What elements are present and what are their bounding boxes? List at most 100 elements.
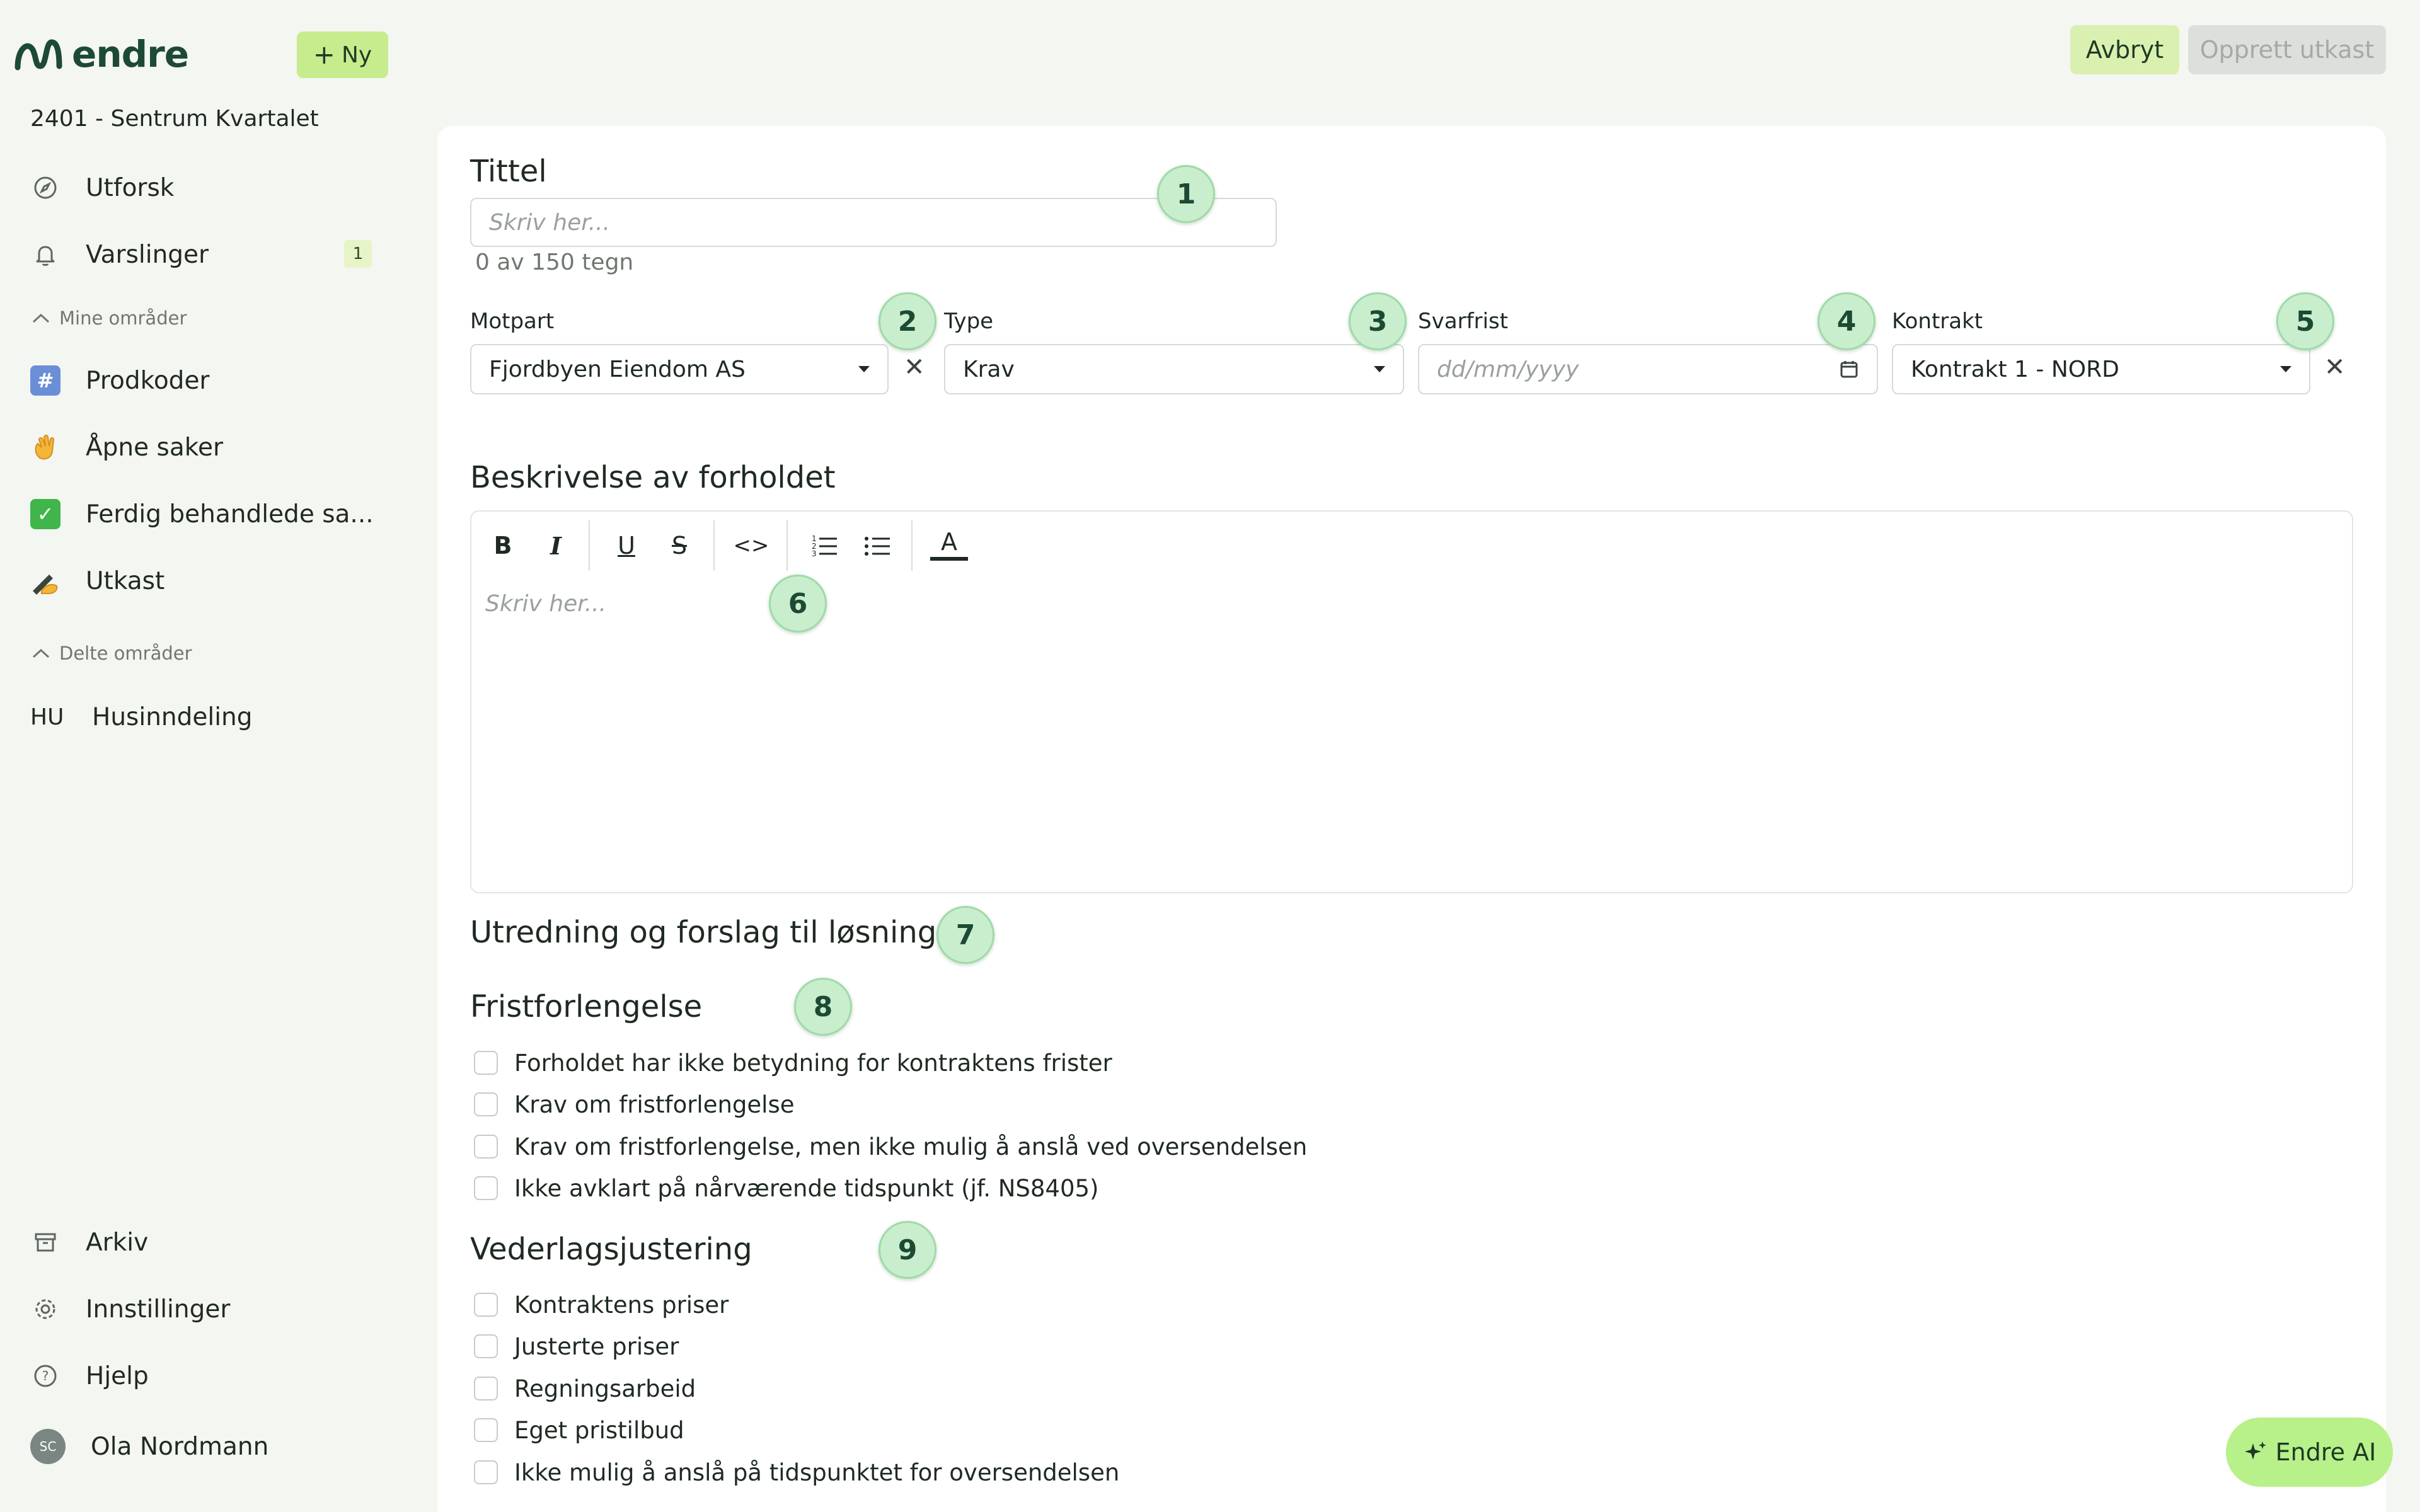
- sidebar-item-label: Arkiv: [86, 1228, 149, 1257]
- new-button[interactable]: + Ny: [297, 32, 388, 78]
- italic-button[interactable]: I: [537, 527, 575, 564]
- shared-areas-header[interactable]: Delte områder: [32, 643, 192, 664]
- logo[interactable]: endre: [14, 33, 189, 76]
- ordered-list-icon: 123: [812, 534, 837, 558]
- endre-ai-label: Endre AI: [2275, 1438, 2377, 1466]
- clear-counterparty-icon[interactable]: ✕: [904, 353, 925, 382]
- sidebar-item-label: Utkast: [86, 566, 165, 595]
- deadline-label: Svarfrist: [1418, 309, 1508, 334]
- chevron-up-icon: [32, 648, 50, 658]
- checkbox[interactable]: [474, 1092, 498, 1116]
- marker-1: 1: [1157, 165, 1215, 223]
- compass-icon: [30, 173, 60, 203]
- checkbox-label: Krav om fristforlengelse, men ikke mulig…: [514, 1133, 1308, 1160]
- marker-9: 9: [879, 1221, 936, 1279]
- user-name: Ola Nordmann: [91, 1432, 269, 1461]
- checkbox[interactable]: [474, 1176, 498, 1200]
- sidebar-item-finished-cases[interactable]: ✓ Ferdig behandlede sa...: [30, 495, 374, 533]
- plus-icon: +: [313, 39, 335, 70]
- investigation-section-toggle[interactable]: Utredning og forslag til løsning: [470, 915, 936, 950]
- area-code: HU: [30, 704, 64, 730]
- gear-icon: [30, 1294, 60, 1324]
- cancel-button[interactable]: Avbryt: [2070, 25, 2179, 74]
- sidebar-item-prodkoder[interactable]: # Prodkoder: [30, 362, 209, 399]
- sidebar-item-label: Innstillinger: [86, 1295, 231, 1324]
- strikethrough-button[interactable]: S: [660, 527, 698, 564]
- type-select[interactable]: Krav: [944, 344, 1404, 394]
- title-input[interactable]: Skriv her...: [470, 198, 1277, 247]
- checkbox[interactable]: [474, 1334, 498, 1358]
- compensation-option-0[interactable]: Kontraktens priser: [474, 1289, 729, 1320]
- bullet-list-icon: [865, 537, 890, 556]
- hash-icon: #: [30, 365, 60, 396]
- extension-option-0[interactable]: Forholdet har ikke betydning for kontrak…: [474, 1047, 1112, 1079]
- checkbox[interactable]: [474, 1051, 498, 1075]
- sparkle-icon: [2244, 1441, 2266, 1460]
- bullet-list-button[interactable]: [858, 527, 896, 564]
- extension-option-3[interactable]: Ikke avklart på nårværende tidspunkt (jf…: [474, 1172, 1098, 1204]
- archive-icon: [30, 1227, 60, 1257]
- marker-7: 7: [936, 906, 994, 964]
- compensation-option-1[interactable]: Justerte priser: [474, 1331, 679, 1362]
- extension-option-2[interactable]: Krav om fristforlengelse, men ikke mulig…: [474, 1131, 1307, 1162]
- marker-5: 5: [2276, 292, 2334, 350]
- sidebar-item-settings[interactable]: Innstillinger: [30, 1290, 230, 1328]
- text-color-button[interactable]: A: [930, 527, 968, 561]
- caret-down-icon: [858, 366, 870, 372]
- compensation-option-2[interactable]: Regningsarbeid: [474, 1373, 696, 1404]
- notification-count-badge: 1: [344, 240, 372, 268]
- checkbox[interactable]: [474, 1135, 498, 1159]
- marker-4: 4: [1818, 292, 1876, 350]
- marker-8: 8: [794, 978, 852, 1036]
- extension-option-1[interactable]: Krav om fristforlengelse: [474, 1089, 795, 1120]
- my-areas-header[interactable]: Mine områder: [32, 307, 187, 329]
- checkbox[interactable]: [474, 1418, 498, 1442]
- checkbox-label: Eget pristilbud: [514, 1416, 684, 1444]
- deadline-date-input[interactable]: dd/mm/yyyy: [1418, 344, 1878, 394]
- checkbox-label: Ikke avklart på nårværende tidspunkt (jf…: [514, 1174, 1099, 1202]
- type-value: Krav: [963, 356, 1015, 382]
- sidebar-item-label: Ferdig behandlede sa...: [86, 500, 374, 529]
- checkbox-label: Kontraktens priser: [514, 1291, 729, 1319]
- sidebar-item-label: Varslinger: [86, 240, 209, 269]
- extension-title: Fristforlengelse: [470, 989, 703, 1024]
- sidebar-item-label: Husinndeling: [92, 702, 253, 731]
- chevron-up-icon: [32, 313, 50, 323]
- sidebar-item-husinndeling[interactable]: HU Husinndeling: [30, 698, 253, 736]
- contract-select[interactable]: Kontrakt 1 - NORD: [1892, 344, 2310, 394]
- toolbar-divider: [589, 520, 590, 571]
- sidebar-item-explore[interactable]: Utforsk: [30, 169, 174, 207]
- marker-3: 3: [1349, 292, 1407, 350]
- sidebar-item-open-cases[interactable]: Åpne saker: [30, 428, 223, 466]
- create-draft-button[interactable]: Opprett utkast: [2188, 25, 2386, 74]
- contract-label: Kontrakt: [1892, 309, 1983, 334]
- my-areas-label: Mine områder: [59, 307, 187, 329]
- svg-text:?: ?: [42, 1368, 49, 1383]
- checkbox[interactable]: [474, 1293, 498, 1317]
- counterparty-select[interactable]: Fjordbyen Eiendom AS: [470, 344, 889, 394]
- caret-down-icon: [1374, 366, 1385, 372]
- project-name[interactable]: 2401 - Sentrum Kvartalet: [30, 106, 319, 132]
- compensation-option-4[interactable]: Ikke mulig å anslå på tidspunktet for ov…: [474, 1457, 1119, 1488]
- checkbox[interactable]: [474, 1460, 498, 1484]
- bold-button[interactable]: B: [484, 527, 522, 564]
- compensation-title: Vederlagsjustering: [470, 1232, 752, 1267]
- endre-ai-button[interactable]: Endre AI: [2226, 1418, 2393, 1487]
- checkbox-label: Justerte priser: [514, 1332, 679, 1360]
- ordered-list-button[interactable]: 123: [805, 527, 843, 564]
- checkbox[interactable]: [474, 1377, 498, 1400]
- user-profile[interactable]: SC Ola Nordmann: [30, 1428, 268, 1465]
- title-label: Tittel: [470, 154, 547, 189]
- sidebar-item-label: Prodkoder: [86, 366, 210, 395]
- underline-button[interactable]: U: [608, 527, 645, 564]
- clear-contract-icon[interactable]: ✕: [2324, 353, 2346, 382]
- compensation-option-3[interactable]: Eget pristilbud: [474, 1414, 684, 1446]
- sidebar-item-archive[interactable]: Arkiv: [30, 1223, 148, 1261]
- sidebar-item-drafts[interactable]: Utkast: [30, 562, 164, 600]
- description-editor[interactable]: B I U S <> 123 A Skriv her...: [470, 510, 2353, 893]
- sidebar-item-notifications[interactable]: Varslinger: [30, 236, 209, 273]
- sidebar-item-help[interactable]: ? Hjelp: [30, 1357, 149, 1395]
- avatar: SC: [30, 1429, 66, 1464]
- calendar-icon[interactable]: [1839, 359, 1859, 379]
- code-button[interactable]: <>: [732, 527, 770, 564]
